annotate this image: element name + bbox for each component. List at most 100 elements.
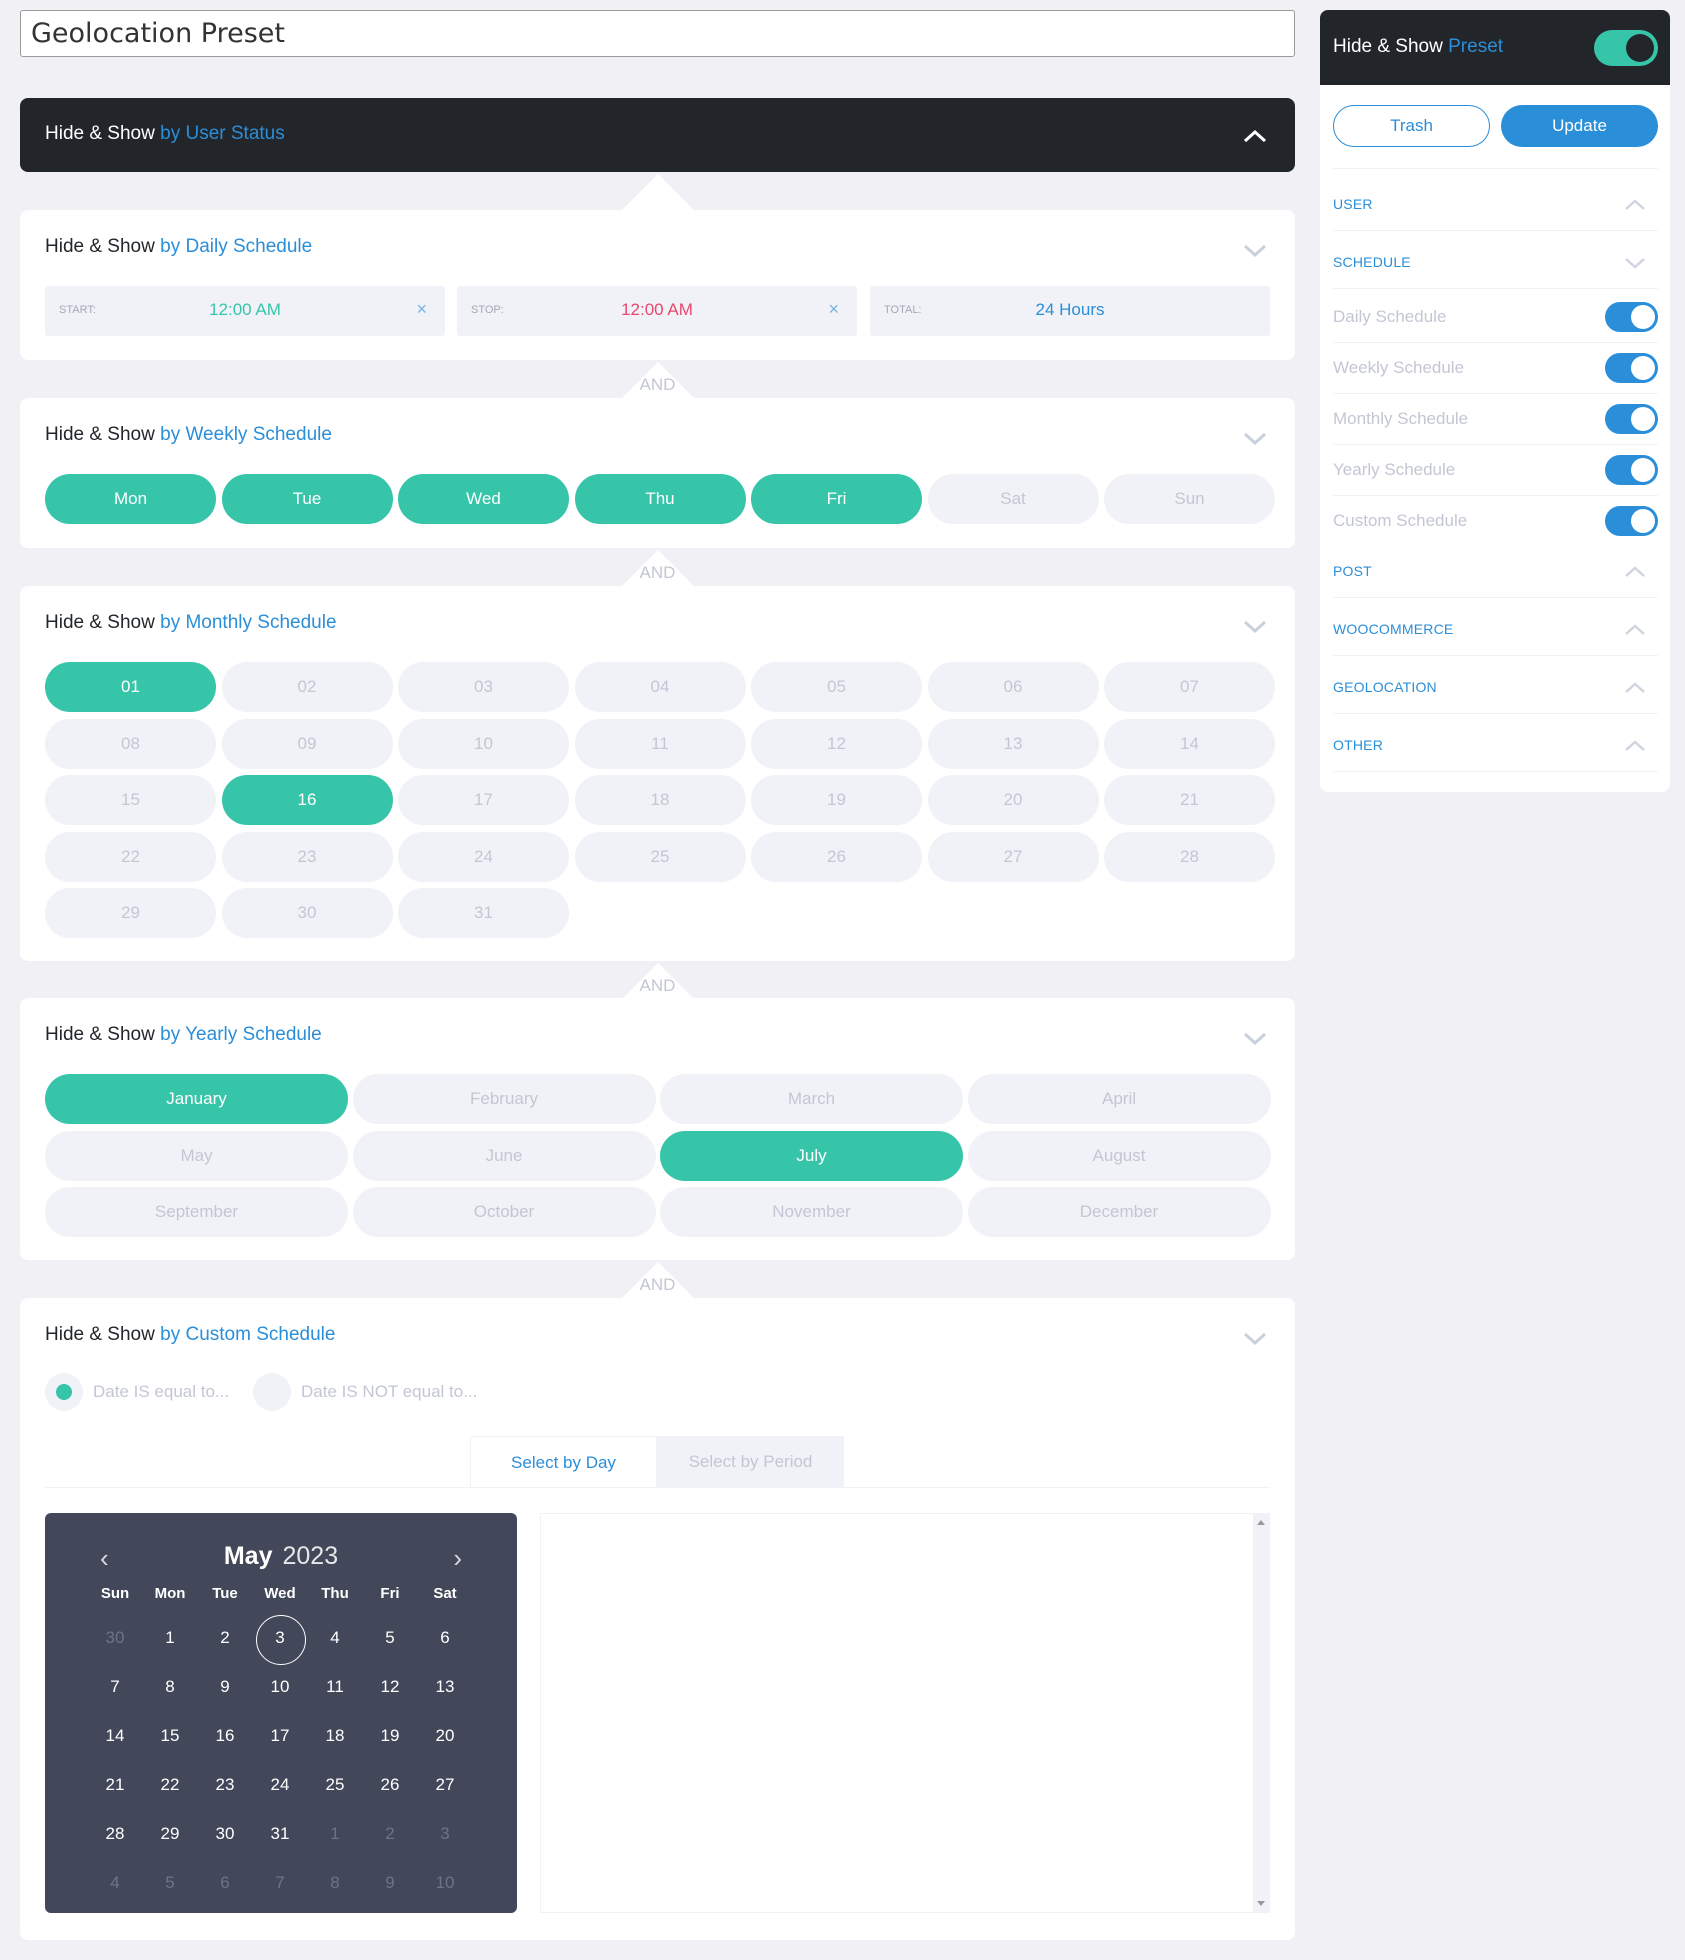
month-pill-april[interactable]: April xyxy=(967,1074,1271,1124)
start-time-field[interactable]: START: 12:00 AM × xyxy=(45,286,445,336)
chevron-down-icon[interactable] xyxy=(1243,1032,1267,1046)
calendar-day[interactable]: 22 xyxy=(142,1775,198,1795)
calendar-day[interactable]: 31 xyxy=(252,1824,308,1844)
trash-button[interactable]: Trash xyxy=(1333,105,1490,147)
month-day-pill[interactable]: 13 xyxy=(927,718,1099,769)
calendar-day[interactable]: 2 xyxy=(197,1628,253,1648)
month-pill-may[interactable]: May xyxy=(45,1130,348,1181)
calendar-day[interactable]: 18 xyxy=(307,1726,363,1746)
month-day-pill[interactable]: 30 xyxy=(221,888,393,938)
calendar-day-today[interactable]: 3 xyxy=(252,1615,308,1665)
month-day-pill[interactable]: 21 xyxy=(1104,775,1275,825)
calendar-day[interactable]: 3 xyxy=(417,1824,473,1844)
month-day-pill[interactable]: 11 xyxy=(574,718,746,769)
calendar-day[interactable]: 5 xyxy=(142,1873,198,1893)
month-day-pill[interactable]: 01 xyxy=(45,662,216,712)
chevron-up-icon[interactable] xyxy=(1624,199,1646,211)
date-not-equal-label[interactable]: Date IS NOT equal to... xyxy=(301,1382,477,1402)
month-day-pill[interactable]: 26 xyxy=(751,831,922,882)
month-day-pill[interactable]: 18 xyxy=(574,775,746,825)
weekday-pill-wed[interactable]: Wed xyxy=(398,474,569,524)
tab-select-by-period[interactable]: Select by Period xyxy=(657,1436,844,1488)
month-day-pill[interactable]: 15 xyxy=(45,775,216,825)
stop-time-field[interactable]: STOP: 12:00 AM × xyxy=(457,286,857,336)
calendar-day[interactable]: 30 xyxy=(87,1628,143,1648)
preset-title-input[interactable]: Geolocation Preset xyxy=(20,10,1295,57)
calendar-day[interactable]: 8 xyxy=(142,1677,198,1697)
calendar-day[interactable]: 6 xyxy=(197,1873,253,1893)
month-day-pill[interactable]: 19 xyxy=(751,775,922,825)
calendar-day[interactable]: 26 xyxy=(362,1775,418,1795)
month-day-pill[interactable]: 31 xyxy=(398,888,569,938)
chevron-down-icon[interactable] xyxy=(1243,1332,1267,1346)
calendar-day[interactable]: 2 xyxy=(362,1824,418,1844)
month-day-pill[interactable]: 09 xyxy=(221,718,393,769)
schedule-toggle-switch[interactable] xyxy=(1605,302,1658,332)
calendar-day[interactable]: 29 xyxy=(142,1824,198,1844)
month-pill-august[interactable]: August xyxy=(967,1130,1271,1181)
sidebar-section-post[interactable]: POST xyxy=(1333,557,1658,587)
calendar-day[interactable]: 28 xyxy=(87,1824,143,1844)
preset-enable-toggle[interactable] xyxy=(1594,30,1658,66)
month-day-pill[interactable]: 27 xyxy=(927,831,1099,882)
weekday-pill-tue[interactable]: Tue xyxy=(221,474,393,524)
chevron-up-icon[interactable] xyxy=(1624,566,1646,578)
month-day-pill[interactable]: 08 xyxy=(45,718,216,769)
month-day-pill[interactable]: 29 xyxy=(45,888,216,938)
calendar-day[interactable]: 9 xyxy=(197,1677,253,1697)
sidebar-section-schedule[interactable]: SCHEDULE xyxy=(1333,248,1658,278)
month-pill-june[interactable]: June xyxy=(352,1130,656,1181)
schedule-toggle-switch[interactable] xyxy=(1605,455,1658,485)
chevron-up-icon[interactable] xyxy=(1624,740,1646,752)
month-day-pill[interactable]: 03 xyxy=(398,662,569,712)
weekday-pill-thu[interactable]: Thu xyxy=(574,474,746,524)
calendar-day[interactable]: 9 xyxy=(362,1873,418,1893)
scroll-down-icon[interactable] xyxy=(1257,1901,1265,1906)
textarea-scrollbar[interactable] xyxy=(1253,1514,1269,1912)
calendar-day[interactable]: 1 xyxy=(307,1824,363,1844)
weekday-pill-sun[interactable]: Sun xyxy=(1104,474,1275,524)
calendar-day[interactable]: 25 xyxy=(307,1775,363,1795)
month-day-pill[interactable]: 25 xyxy=(574,831,746,882)
calendar-day[interactable]: 4 xyxy=(87,1873,143,1893)
month-pill-february[interactable]: February xyxy=(352,1074,656,1124)
scroll-up-icon[interactable] xyxy=(1257,1520,1265,1525)
weekday-pill-fri[interactable]: Fri xyxy=(751,474,922,524)
calendar-day[interactable]: 11 xyxy=(307,1677,363,1697)
month-pill-september[interactable]: September xyxy=(45,1187,348,1237)
sidebar-section-woocommerce[interactable]: WOOCOMMERCE xyxy=(1333,615,1658,645)
calendar-day[interactable]: 27 xyxy=(417,1775,473,1795)
calendar-day[interactable]: 17 xyxy=(252,1726,308,1746)
calendar-day[interactable]: 1 xyxy=(142,1628,198,1648)
month-day-pill[interactable]: 04 xyxy=(574,662,746,712)
calendar-day[interactable]: 10 xyxy=(252,1677,308,1697)
schedule-toggle-switch[interactable] xyxy=(1605,506,1658,536)
calendar-day[interactable]: 7 xyxy=(87,1677,143,1697)
month-day-pill[interactable]: 14 xyxy=(1104,718,1275,769)
chevron-up-icon[interactable] xyxy=(1624,624,1646,636)
month-day-pill[interactable]: 05 xyxy=(751,662,922,712)
calendar-day[interactable]: 13 xyxy=(417,1677,473,1697)
month-pill-march[interactable]: March xyxy=(660,1074,963,1124)
chevron-down-icon[interactable] xyxy=(1243,432,1267,446)
month-day-pill[interactable]: 28 xyxy=(1104,831,1275,882)
calendar-day[interactable]: 16 xyxy=(197,1726,253,1746)
calendar-day[interactable]: 19 xyxy=(362,1726,418,1746)
month-day-pill[interactable]: 23 xyxy=(221,831,393,882)
month-day-pill[interactable]: 22 xyxy=(45,831,216,882)
sidebar-section-geolocation[interactable]: GEOLOCATION xyxy=(1333,673,1658,703)
chevron-up-icon[interactable] xyxy=(1624,682,1646,694)
month-day-pill[interactable]: 06 xyxy=(927,662,1099,712)
clear-stop-icon[interactable]: × xyxy=(828,299,839,320)
date-equal-radio[interactable] xyxy=(45,1373,83,1411)
calendar-day[interactable]: 30 xyxy=(197,1824,253,1844)
clear-start-icon[interactable]: × xyxy=(416,299,427,320)
month-day-pill[interactable]: 10 xyxy=(398,718,569,769)
chevron-up-icon[interactable] xyxy=(1243,129,1267,143)
calendar-day[interactable]: 6 xyxy=(417,1628,473,1648)
month-pill-october[interactable]: October xyxy=(352,1187,656,1237)
calendar-day[interactable]: 14 xyxy=(87,1726,143,1746)
calendar-day[interactable]: 4 xyxy=(307,1628,363,1648)
month-pill-november[interactable]: November xyxy=(660,1187,963,1237)
tab-select-by-day[interactable]: Select by Day xyxy=(470,1436,657,1488)
